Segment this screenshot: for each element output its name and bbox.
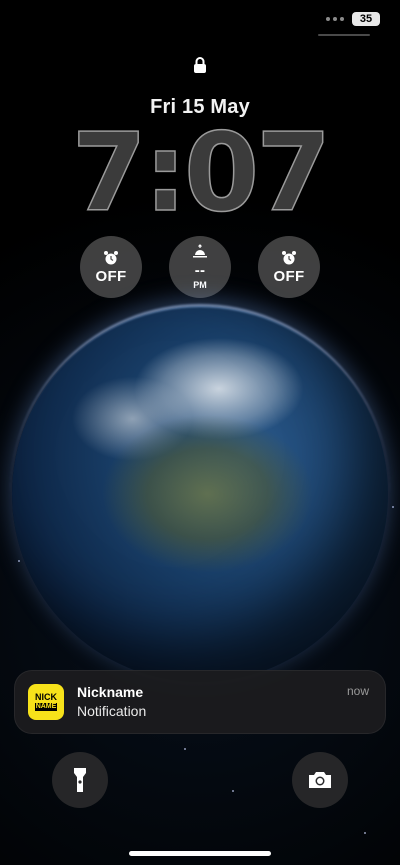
star [18,560,20,562]
signal-dots-icon [326,17,344,21]
star [232,790,234,792]
star [392,506,394,508]
status-bar: 35 [326,12,380,26]
status-bar-indicator [318,34,370,36]
camera-icon [309,772,331,788]
lock-screen: 35 Fri 15 May 7:07 OFF -- PM OFF NICK NA… [0,0,400,865]
flashlight-icon [74,768,86,792]
notification-card[interactable]: NICK NAME Nickname Notification now [14,670,386,734]
star [184,748,186,750]
alarm-widget[interactable]: OFF [80,236,142,298]
app-icon-text: NAME [34,703,58,711]
home-indicator[interactable] [129,851,271,856]
app-icon: NICK NAME [28,684,64,720]
alarm-clock-icon [282,250,296,264]
earth-wallpaper-image [12,306,388,682]
alarm-widget-value: OFF [95,267,127,285]
sunrise-icon [193,244,207,258]
notification-body: Notification [77,703,147,719]
alarm-widget-value: OFF [273,267,305,285]
notification-time: now [346,684,369,698]
camera-button[interactable] [292,752,348,808]
alarm-clock-icon [104,250,118,264]
sunrise-widget-value: -- [194,262,206,279]
flashlight-button[interactable] [52,752,108,808]
lock-icon [194,57,206,73]
star [364,832,366,834]
app-icon-text: NICK [35,692,57,702]
sunrise-widget[interactable]: -- PM [169,236,231,298]
lock-time: 7:07 [71,111,332,236]
alarm-widget[interactable]: OFF [258,236,320,298]
notification-title: Nickname [77,684,144,700]
sunrise-widget-period: PM [193,280,207,290]
battery-indicator: 35 [352,12,380,26]
